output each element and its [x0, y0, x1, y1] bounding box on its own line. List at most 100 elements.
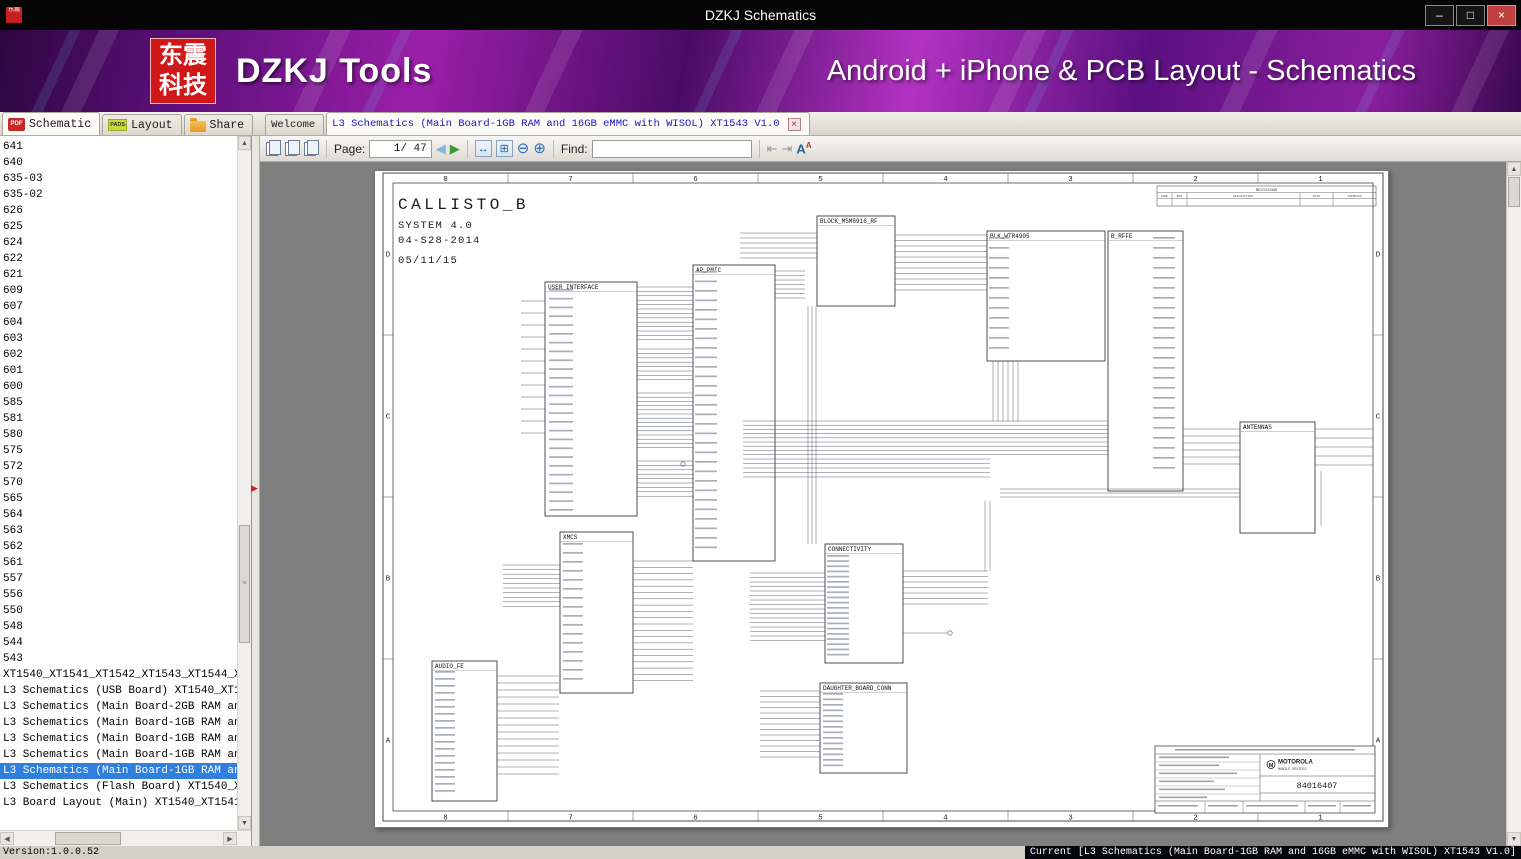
sidebar-item[interactable]: L3 Schematics (Main Board-1GB RAM and	[0, 731, 237, 747]
find-previous-icon[interactable]: ⇤	[767, 141, 778, 157]
toolbar-divider	[467, 140, 468, 158]
scroll-up-icon[interactable]: ▲	[238, 136, 251, 150]
maximize-button[interactable]: □	[1456, 5, 1485, 26]
tab-share[interactable]: Share	[184, 114, 254, 135]
sidebar-item[interactable]: 585	[0, 395, 237, 411]
page-label: Page:	[334, 142, 365, 156]
viewer-vertical-scrollbar[interactable]: ▲ ▼	[1506, 162, 1521, 846]
close-button[interactable]: ×	[1487, 5, 1516, 26]
sidebar-item[interactable]: 621	[0, 267, 237, 283]
next-page-icon[interactable]: ▶	[450, 142, 460, 155]
sidebar: 641640635-03635-026266256246226216096076…	[0, 136, 252, 846]
sidebar-item[interactable]: 557	[0, 571, 237, 587]
svg-text:5: 5	[818, 176, 823, 184]
sidebar-item[interactable]: 548	[0, 619, 237, 635]
sidebar-item[interactable]: 640	[0, 155, 237, 171]
sidebar-splitter[interactable]: ▶	[252, 136, 260, 846]
viewer: 8877665544332211DDCCBBAACALLISTO_BSYSTEM…	[260, 162, 1521, 846]
sidebar-item[interactable]: 564	[0, 507, 237, 523]
svg-text:REV: REV	[1177, 195, 1183, 198]
sidebar-item[interactable]: 581	[0, 411, 237, 427]
sidebar-item[interactable]: 562	[0, 539, 237, 555]
sidebar-item[interactable]: 635-02	[0, 187, 237, 203]
sidebar-item[interactable]: 603	[0, 331, 237, 347]
sidebar-vertical-scrollbar[interactable]: ▲ ≡ ▼	[237, 136, 251, 830]
sidebar-item[interactable]: 580	[0, 427, 237, 443]
status-bar: Version:1.0.0.52 Current [L3 Schematics …	[0, 846, 1521, 859]
sidebar-item[interactable]: 556	[0, 587, 237, 603]
sidebar-item[interactable]: 544	[0, 635, 237, 651]
sidebar-item[interactable]: L3 Schematics (Main Board-2GB RAM and	[0, 699, 237, 715]
find-next-icon[interactable]: ⇥	[782, 141, 793, 157]
sidebar-item[interactable]: 609	[0, 283, 237, 299]
svg-text:8: 8	[443, 176, 448, 184]
scrollbar-thumb[interactable]	[55, 832, 121, 845]
sidebar-horizontal-scrollbar[interactable]: ◀ ▶	[0, 830, 251, 846]
splitter-collapse-icon[interactable]: ▶	[251, 484, 258, 493]
svg-text:1: 1	[1318, 815, 1323, 823]
svg-text:3: 3	[1068, 176, 1073, 184]
scroll-up-icon[interactable]: ▲	[1507, 162, 1521, 176]
scrollbar-thumb[interactable]: ≡	[239, 525, 250, 643]
sidebar-item[interactable]: 543	[0, 651, 237, 667]
sidebar-item[interactable]: 602	[0, 347, 237, 363]
sidebar-item[interactable]: XT1540_XT1541_XT1542_XT1543_XT1544_XT1	[0, 667, 237, 683]
find-input[interactable]	[593, 143, 751, 155]
schematic-page[interactable]: 8877665544332211DDCCBBAACALLISTO_BSYSTEM…	[374, 170, 1389, 828]
sidebar-item[interactable]: 563	[0, 523, 237, 539]
sidebar-item[interactable]: 604	[0, 315, 237, 331]
sidebar-item[interactable]: 572	[0, 459, 237, 475]
sidebar-item[interactable]: 601	[0, 363, 237, 379]
sidebar-item[interactable]: 626	[0, 203, 237, 219]
sidebar-item[interactable]: L3 Schematics (Main Board-1GB RAM and	[0, 747, 237, 763]
revisions-table: REVISIONSZONEREVDESCRIPTIONDATEAPPROVED	[1157, 186, 1376, 206]
scroll-right-icon[interactable]: ▶	[223, 832, 237, 845]
schematic-svg: 8877665544332211DDCCBBAACALLISTO_BSYSTEM…	[375, 171, 1390, 829]
sidebar-item[interactable]: 600	[0, 379, 237, 395]
font-size-icon[interactable]: AA	[796, 141, 811, 156]
sidebar-item[interactable]: 635-03	[0, 171, 237, 187]
svg-text:A: A	[386, 738, 391, 746]
svg-text:DAUGHTER_BOARD_CONN: DAUGHTER_BOARD_CONN	[823, 685, 892, 692]
sidebar-item[interactable]: 570	[0, 475, 237, 491]
zoom-in-icon[interactable]: ⊕	[533, 141, 546, 156]
tab-document[interactable]: L3 Schematics (Main Board-1GB RAM and 16…	[326, 112, 809, 135]
copy-pages-icon[interactable]	[285, 142, 297, 156]
tab-document-label: L3 Schematics (Main Board-1GB RAM and 16…	[332, 118, 779, 130]
copy-page-icon[interactable]	[266, 142, 278, 156]
zoom-out-icon[interactable]: ⊖	[517, 141, 530, 156]
title-bar: 东震 DZKJ Schematics – □ ×	[0, 0, 1521, 30]
svg-text:AUDIO_FE: AUDIO_FE	[435, 663, 464, 670]
sidebar-item[interactable]: 624	[0, 235, 237, 251]
scroll-left-icon[interactable]: ◀	[0, 832, 14, 845]
tab-schematic[interactable]: PDF Schematic	[2, 112, 100, 135]
scroll-down-icon[interactable]: ▼	[238, 816, 251, 830]
tab-close-icon[interactable]: ×	[788, 118, 801, 131]
sidebar-item[interactable]: L3 Board Layout (Main) XT1540_XT1541_X	[0, 795, 237, 811]
sidebar-item[interactable]: 622	[0, 251, 237, 267]
sidebar-item[interactable]: L3 Schematics (USB Board) XT1540_XT154	[0, 683, 237, 699]
sidebar-item[interactable]: L3 Schematics (Main Board-1GB RAM and	[0, 763, 237, 779]
sidebar-item[interactable]: 625	[0, 219, 237, 235]
scrollbar-thumb[interactable]	[1508, 177, 1520, 207]
sidebar-item[interactable]: L3 Schematics (Main Board-1GB RAM and	[0, 715, 237, 731]
fit-width-icon[interactable]: ↔	[475, 140, 492, 157]
page-number-input[interactable]	[374, 143, 400, 155]
svg-text:1: 1	[1318, 176, 1323, 184]
tab-welcome[interactable]: Welcome	[265, 114, 324, 135]
sidebar-item[interactable]: L3 Schematics (Flash Board) XT1540_XT1	[0, 779, 237, 795]
scroll-down-icon[interactable]: ▼	[1507, 832, 1521, 846]
sidebar-item[interactable]: 641	[0, 139, 237, 155]
banner: 东震 科技 DZKJ Tools Android + iPhone & PCB …	[0, 30, 1521, 112]
tab-layout[interactable]: PADS Layout	[102, 114, 181, 135]
minimize-button[interactable]: –	[1425, 5, 1454, 26]
previous-page-icon[interactable]: ◀	[436, 142, 446, 155]
sidebar-item[interactable]: 565	[0, 491, 237, 507]
snapshot-icon[interactable]	[304, 142, 316, 156]
svg-text:ANTENNAS: ANTENNAS	[1243, 424, 1272, 431]
sidebar-item[interactable]: 550	[0, 603, 237, 619]
sidebar-item[interactable]: 607	[0, 299, 237, 315]
sidebar-item[interactable]: 561	[0, 555, 237, 571]
fit-page-icon[interactable]: ⊞	[496, 140, 513, 157]
sidebar-item[interactable]: 575	[0, 443, 237, 459]
